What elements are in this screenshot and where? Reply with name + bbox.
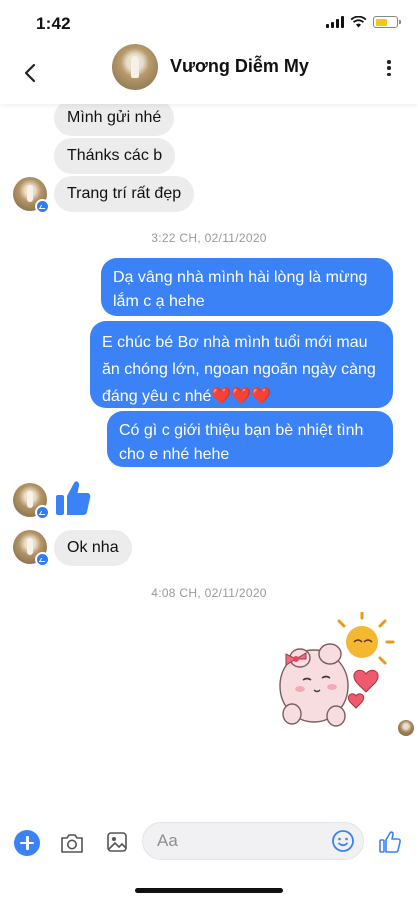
timestamp: 4:08 CH, 02/11/2020	[151, 586, 267, 600]
sticker-image[interactable]	[270, 612, 398, 734]
sender-avatar[interactable]	[13, 177, 50, 214]
incoming-message[interactable]: Thánks các b	[54, 138, 176, 174]
home-indicator	[135, 888, 283, 893]
seen-avatar	[398, 720, 414, 736]
outgoing-message[interactable]: E chúc bé Bơ nhà mình tuổi mới mau ăn ch…	[90, 321, 393, 408]
timestamp: 3:22 CH, 02/11/2020	[151, 231, 267, 245]
outgoing-message[interactable]: Dạ vâng nhà mình hài lòng là mừng lắm c …	[101, 258, 393, 316]
message-composer	[0, 820, 418, 866]
thumbs-up-icon[interactable]	[54, 478, 92, 518]
messenger-badge-icon	[35, 552, 50, 567]
more-vertical-icon[interactable]	[384, 57, 394, 79]
image-icon[interactable]	[106, 831, 128, 853]
status-bar: 1:42	[0, 0, 418, 44]
message-input[interactable]	[157, 831, 317, 851]
plus-icon[interactable]	[14, 830, 40, 856]
status-time: 1:42	[36, 14, 71, 33]
sender-avatar[interactable]	[13, 483, 50, 520]
chevron-left-icon[interactable]	[18, 60, 44, 86]
incoming-message[interactable]: Ok nha	[54, 530, 132, 566]
chat-header: Vương Diễm My	[0, 44, 418, 104]
incoming-message[interactable]: Mình gửi nhé	[54, 100, 175, 136]
signal-icon	[326, 16, 344, 28]
message-input-field[interactable]	[142, 822, 364, 860]
outgoing-message[interactable]: Có gì c giới thiệu bạn bè nhiệt tình cho…	[107, 411, 393, 467]
emoji-icon[interactable]	[331, 829, 355, 853]
messenger-badge-icon	[35, 505, 50, 520]
battery-icon	[373, 16, 401, 28]
sender-avatar[interactable]	[13, 530, 50, 567]
messenger-badge-icon	[35, 199, 50, 214]
contact-name[interactable]: Vương Diễm My	[170, 56, 309, 77]
camera-icon[interactable]	[60, 832, 84, 854]
contact-avatar[interactable]	[112, 44, 158, 90]
like-icon[interactable]	[378, 830, 402, 854]
status-icons	[326, 16, 401, 28]
incoming-message[interactable]: Trang trí rất đẹp	[54, 176, 195, 212]
wifi-icon	[350, 16, 367, 28]
